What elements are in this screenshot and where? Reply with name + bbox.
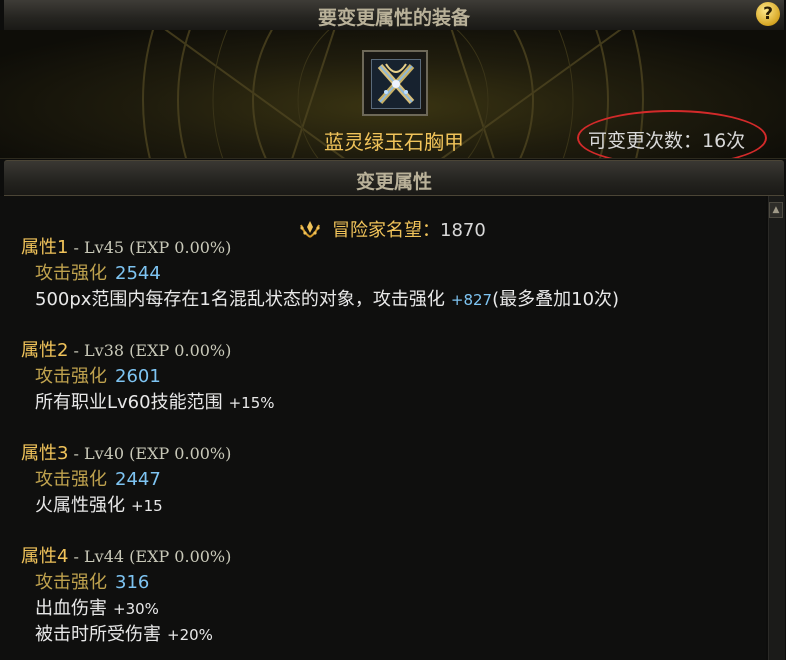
attack-label: 攻击强化 [35, 366, 107, 387]
attribute-block-3: 属性3 - Lv40 (EXP 0.00%) 攻击强化 2447 火属性强化 +15 [21, 441, 231, 519]
effect-text: 所有职业Lv60技能范围 [35, 392, 223, 413]
attribute-level: - Lv40 (EXP 0.00%) [68, 444, 232, 463]
attack-value: 316 [115, 572, 150, 593]
scrollbar[interactable]: ▲ [768, 196, 785, 660]
attribute-name: 属性3 [21, 443, 69, 464]
effect-line: 出血伤害 +30% [35, 596, 231, 622]
effect-value: +30% [113, 600, 159, 618]
effect-text: 火属性强化 [35, 495, 125, 516]
effect-value: +15 [131, 497, 163, 515]
attribute-name: 属性1 [21, 237, 69, 258]
attribute-title: 属性3 - Lv40 (EXP 0.00%) [21, 441, 231, 467]
effect-value: +20% [167, 626, 213, 644]
attribute-title: 属性2 - Lv38 (EXP 0.00%) [21, 338, 275, 364]
attribute-title: 属性1 - Lv45 (EXP 0.00%) [21, 235, 619, 261]
attribute-level: - Lv38 (EXP 0.00%) [68, 341, 232, 360]
attribute-level: - Lv45 (EXP 0.00%) [68, 238, 232, 257]
effect-line: 500px范围内每存在1名混乱状态的对象，攻击强化 +827(最多叠加10次) [35, 287, 619, 313]
attack-value: 2544 [115, 263, 161, 284]
effect-line: 所有职业Lv60技能范围 +15% [35, 390, 275, 416]
attack-value: 2601 [115, 366, 161, 387]
attribute-block-2: 属性2 - Lv38 (EXP 0.00%) 攻击强化 2601 所有职业Lv60… [21, 338, 275, 416]
attack-line: 攻击强化 2601 [35, 364, 275, 390]
attribute-block-1: 属性1 - Lv45 (EXP 0.00%) 攻击强化 2544 500px范围内… [21, 235, 619, 313]
scroll-up-icon[interactable]: ▲ [769, 202, 783, 218]
attribute-level: - Lv44 (EXP 0.00%) [68, 547, 232, 566]
equipment-panel: 蓝灵绿玉石胸甲 可变更次数：16次 [0, 30, 786, 159]
effect-value: +827 [450, 291, 493, 309]
attributes-content: 冒险家名望：1870 属性1 - Lv45 (EXP 0.00%) 攻击强化 25… [0, 196, 766, 660]
attack-value: 2447 [115, 469, 161, 490]
header-title: 要变更属性的装备 [317, 7, 470, 29]
attack-label: 攻击强化 [35, 469, 107, 490]
effect-value: +15% [228, 394, 275, 412]
equipment-header: 要变更属性的装备 ? [4, 0, 784, 31]
attack-line: 攻击强化 2447 [35, 467, 231, 493]
armor-icon [371, 59, 421, 109]
effect-text: 出血伤害 [35, 598, 107, 619]
attack-label: 攻击强化 [35, 572, 107, 593]
attribute-name: 属性2 [21, 340, 69, 361]
attack-line: 攻击强化 2544 [35, 261, 619, 287]
equipment-slot[interactable] [362, 50, 428, 116]
attack-line: 攻击强化 316 [35, 570, 231, 596]
attribute-title: 属性4 - Lv44 (EXP 0.00%) [21, 544, 231, 570]
change-count-highlight [577, 110, 767, 158]
attribute-block-4: 属性4 - Lv44 (EXP 0.00%) 攻击强化 316 出血伤害 +30% … [21, 544, 231, 648]
subheader-title: 变更属性 [355, 171, 432, 193]
effect-note: (最多叠加10次) [492, 289, 620, 310]
effect-line: 火属性强化 +15 [35, 493, 231, 519]
effect-text: 被击时所受伤害 [35, 624, 161, 645]
attack-label: 攻击强化 [35, 263, 107, 284]
help-icon[interactable]: ? [756, 2, 780, 26]
effect-line: 被击时所受伤害 +20% [35, 622, 231, 648]
effect-text: 500px范围内每存在1名混乱状态的对象，攻击强化 [35, 289, 445, 310]
attribute-name: 属性4 [21, 546, 69, 567]
equipment-name: 蓝灵绿玉石胸甲 [324, 130, 464, 154]
change-attributes-header: 变更属性 [4, 160, 784, 196]
